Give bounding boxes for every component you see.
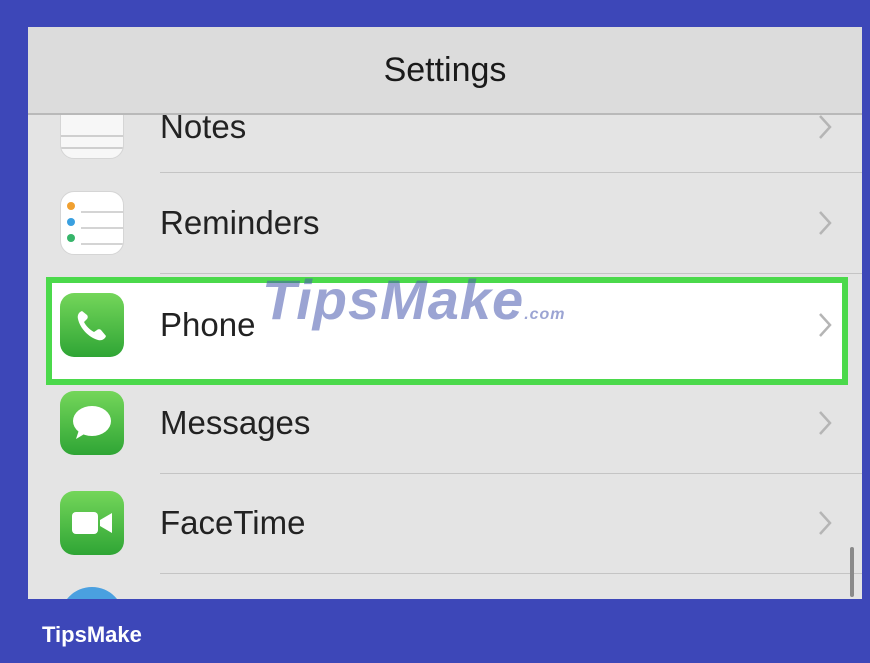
- scrollbar[interactable]: [850, 547, 854, 597]
- brand-label: TipsMake: [42, 622, 142, 647]
- chevron-right-icon: [818, 275, 832, 375]
- facetime-icon: [60, 491, 124, 555]
- row-label: Phone: [160, 306, 256, 343]
- partial-app-icon: [60, 587, 124, 599]
- row-label: Reminders: [160, 204, 320, 241]
- row-label: Messages: [160, 404, 311, 441]
- chevron-right-icon: [818, 373, 832, 473]
- settings-row-reminders[interactable]: Reminders: [28, 173, 862, 273]
- phone-icon: [60, 293, 124, 357]
- navigation-bar: Settings: [28, 27, 862, 115]
- watermark-text: TipsMake: [262, 268, 525, 331]
- row-label: FaceTime: [160, 504, 306, 541]
- row-divider: [160, 573, 862, 574]
- watermark-suffix: .com: [524, 306, 566, 323]
- page-title: Settings: [383, 50, 507, 89]
- settings-row-messages[interactable]: Messages: [28, 373, 862, 473]
- watermark: TipsMake.com: [262, 267, 566, 332]
- settings-row-facetime[interactable]: FaceTime: [28, 473, 862, 573]
- chevron-right-icon: [818, 173, 832, 273]
- chevron-right-icon: [818, 473, 832, 573]
- messages-icon: [60, 391, 124, 455]
- reminders-icon: [60, 191, 124, 255]
